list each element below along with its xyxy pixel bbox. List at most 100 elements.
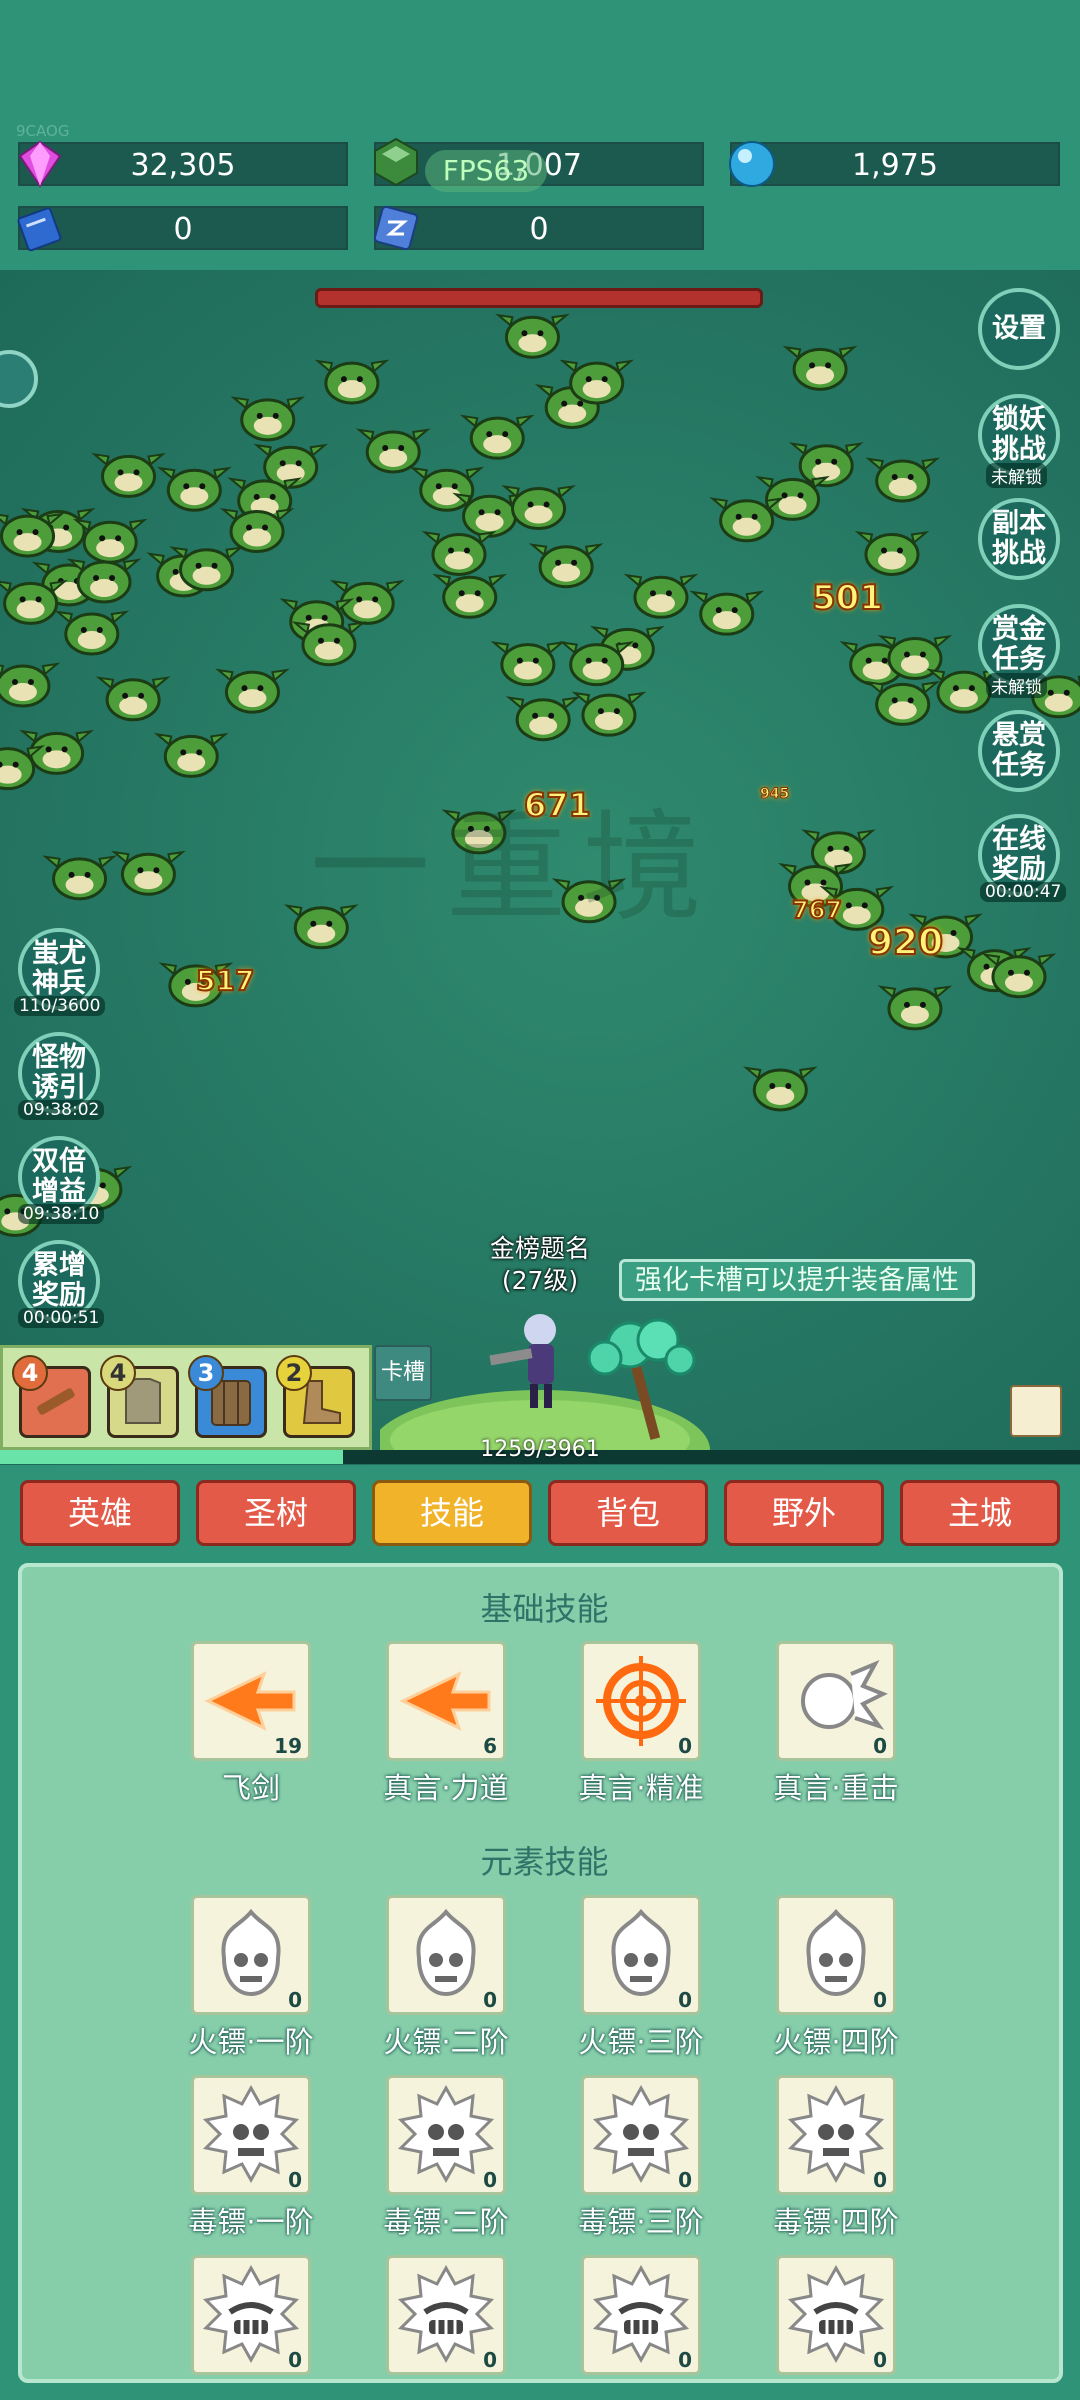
- boss-health-bar: [315, 288, 763, 308]
- scroll-icon[interactable]: [1010, 1385, 1062, 1437]
- rune-counter: 0: [374, 206, 704, 250]
- skill-count: 0: [288, 2168, 302, 2192]
- tab-wild[interactable]: 野外: [724, 1480, 884, 1546]
- skill-fire-dart-2[interactable]: 0: [386, 1895, 506, 2015]
- skill-element-3[interactable]: 0: [581, 2255, 701, 2375]
- equip-slot-boots[interactable]: 2: [276, 1355, 355, 1438]
- slime-monster: [782, 345, 858, 391]
- skill-name: 火镖·二阶: [383, 2025, 509, 2059]
- tab-skills[interactable]: 技能: [372, 1480, 532, 1546]
- equip-slot-shield[interactable]: 3: [188, 1355, 267, 1438]
- element-skills-title: 元素技能: [480, 1843, 609, 1881]
- equip-slot-weapon[interactable]: 4: [12, 1355, 91, 1438]
- damage-number: 501: [811, 577, 884, 619]
- tab-main-city[interactable]: 主城: [900, 1480, 1060, 1546]
- basic-skills-title: 基础技能: [480, 1590, 609, 1628]
- skill-flying-sword[interactable]: 19: [191, 1641, 311, 1761]
- rune-icon: [373, 205, 419, 251]
- tab-sacred-tree[interactable]: 圣树: [196, 1480, 356, 1546]
- slime-monster: [111, 850, 186, 896]
- skill-element-4[interactable]: 0: [776, 2255, 896, 2375]
- skill-element-1[interactable]: 0: [191, 2255, 311, 2375]
- skill-mantra-precision[interactable]: 0: [581, 1641, 701, 1761]
- slime-monster: [854, 530, 930, 576]
- skill-fire-dart-3[interactable]: 0: [581, 1895, 701, 2015]
- skills-panel: 基础技能 19 6 0 0 飞剑 真言·力道 真言·精准 真言·重击 元素技能 …: [18, 1563, 1063, 2383]
- slime-monster: [0, 579, 68, 625]
- slime-monster: [459, 414, 535, 460]
- chiyou-weapon-progress: 110/3600: [14, 996, 106, 1016]
- skill-count: 0: [483, 2348, 497, 2372]
- damage-number: 517: [195, 963, 255, 998]
- slime-monster: [490, 641, 566, 687]
- skill-poison-dart-1[interactable]: 0: [191, 2075, 311, 2195]
- gem-icon: [18, 140, 62, 188]
- slime-monster: [432, 573, 508, 619]
- skill-poison-dart-4[interactable]: 0: [776, 2075, 896, 2195]
- dungeon-challenge-button[interactable]: 副本挑战: [978, 498, 1060, 580]
- skill-count: 0: [678, 1734, 692, 1758]
- online-reward-timer: 00:00:47: [980, 882, 1067, 902]
- experience-text: 1259/3961: [480, 1437, 600, 1462]
- slime-monster: [314, 359, 390, 405]
- skill-count: 0: [288, 1988, 302, 2012]
- slime-monster: [877, 985, 953, 1031]
- hero-level: (27级): [501, 1266, 579, 1295]
- damage-number: 671: [523, 785, 592, 825]
- tip-banner: 强化卡槽可以提升装备属性: [619, 1259, 975, 1301]
- skill-poison-dart-3[interactable]: 0: [581, 2075, 701, 2195]
- equip-slot-armor[interactable]: 4: [100, 1355, 179, 1438]
- realm-watermark: 一重境: [310, 799, 718, 938]
- slime-monster: [219, 508, 295, 554]
- skill-fire-dart-4[interactable]: 0: [776, 1895, 896, 2015]
- skill-name: 火镖·三阶: [578, 2025, 704, 2059]
- skill-count: 0: [483, 1988, 497, 2012]
- skill-count: 0: [678, 2168, 692, 2192]
- skill-name: 飞剑: [221, 1771, 280, 1805]
- slime-monster: [559, 641, 635, 687]
- slime-monster: [291, 621, 367, 667]
- slime-monster: [495, 313, 570, 359]
- demon-challenge-status: 未解锁: [986, 463, 1047, 488]
- experience-fill: [0, 1450, 344, 1464]
- fps-indicator: FPS63: [425, 150, 547, 192]
- slime-monster: [156, 466, 232, 512]
- skill-mantra-strength[interactable]: 6: [386, 1641, 506, 1761]
- green-crystal-icon: [374, 137, 418, 187]
- damage-number: 920: [867, 921, 944, 964]
- skill-fire-dart-1[interactable]: 0: [191, 1895, 311, 2015]
- slime-monster: [689, 590, 765, 636]
- hero-name: 金榜题名: [489, 1234, 590, 1263]
- skill-count: 0: [873, 1734, 887, 1758]
- slot-level: 3: [188, 1355, 224, 1391]
- skill-element-2[interactable]: 0: [386, 2255, 506, 2375]
- damage-number: 945: [759, 786, 790, 803]
- skill-name: 毒镖·四阶: [773, 2205, 899, 2239]
- slime-monster: [865, 457, 941, 503]
- book-icon: [17, 207, 62, 252]
- skill-count: 0: [873, 2348, 887, 2372]
- slime-monster: [0, 662, 61, 708]
- skill-count: 0: [288, 2348, 302, 2372]
- tab-hero[interactable]: 英雄: [20, 1480, 180, 1546]
- tab-bag[interactable]: 背包: [548, 1480, 708, 1546]
- reward-task-button[interactable]: 悬赏任务: [978, 710, 1060, 792]
- blue-orb-icon: [729, 141, 775, 187]
- slot-level: 4: [12, 1355, 48, 1391]
- skill-name: 火镖·四阶: [773, 2025, 899, 2059]
- card-slot-button[interactable]: 卡槽: [374, 1345, 432, 1401]
- cumulative-reward-timer: 00:00:51: [18, 1308, 105, 1328]
- slime-monster: [95, 676, 171, 722]
- slime-monster: [91, 452, 166, 498]
- slime-monster: [0, 745, 45, 791]
- equipment-bar: 4 4 3 2: [0, 1345, 372, 1450]
- slime-monster: [72, 518, 148, 564]
- slot-level: 4: [100, 1355, 136, 1391]
- settings-button[interactable]: 设置: [978, 288, 1060, 370]
- skill-mantra-heavy-strike[interactable]: 0: [776, 1641, 896, 1761]
- skill-count: 0: [678, 1988, 692, 2012]
- skill-poison-dart-2[interactable]: 0: [386, 2075, 506, 2195]
- slime-monster: [230, 396, 306, 442]
- gems-counter: 32,305: [18, 142, 348, 186]
- book-counter: 0: [18, 206, 348, 250]
